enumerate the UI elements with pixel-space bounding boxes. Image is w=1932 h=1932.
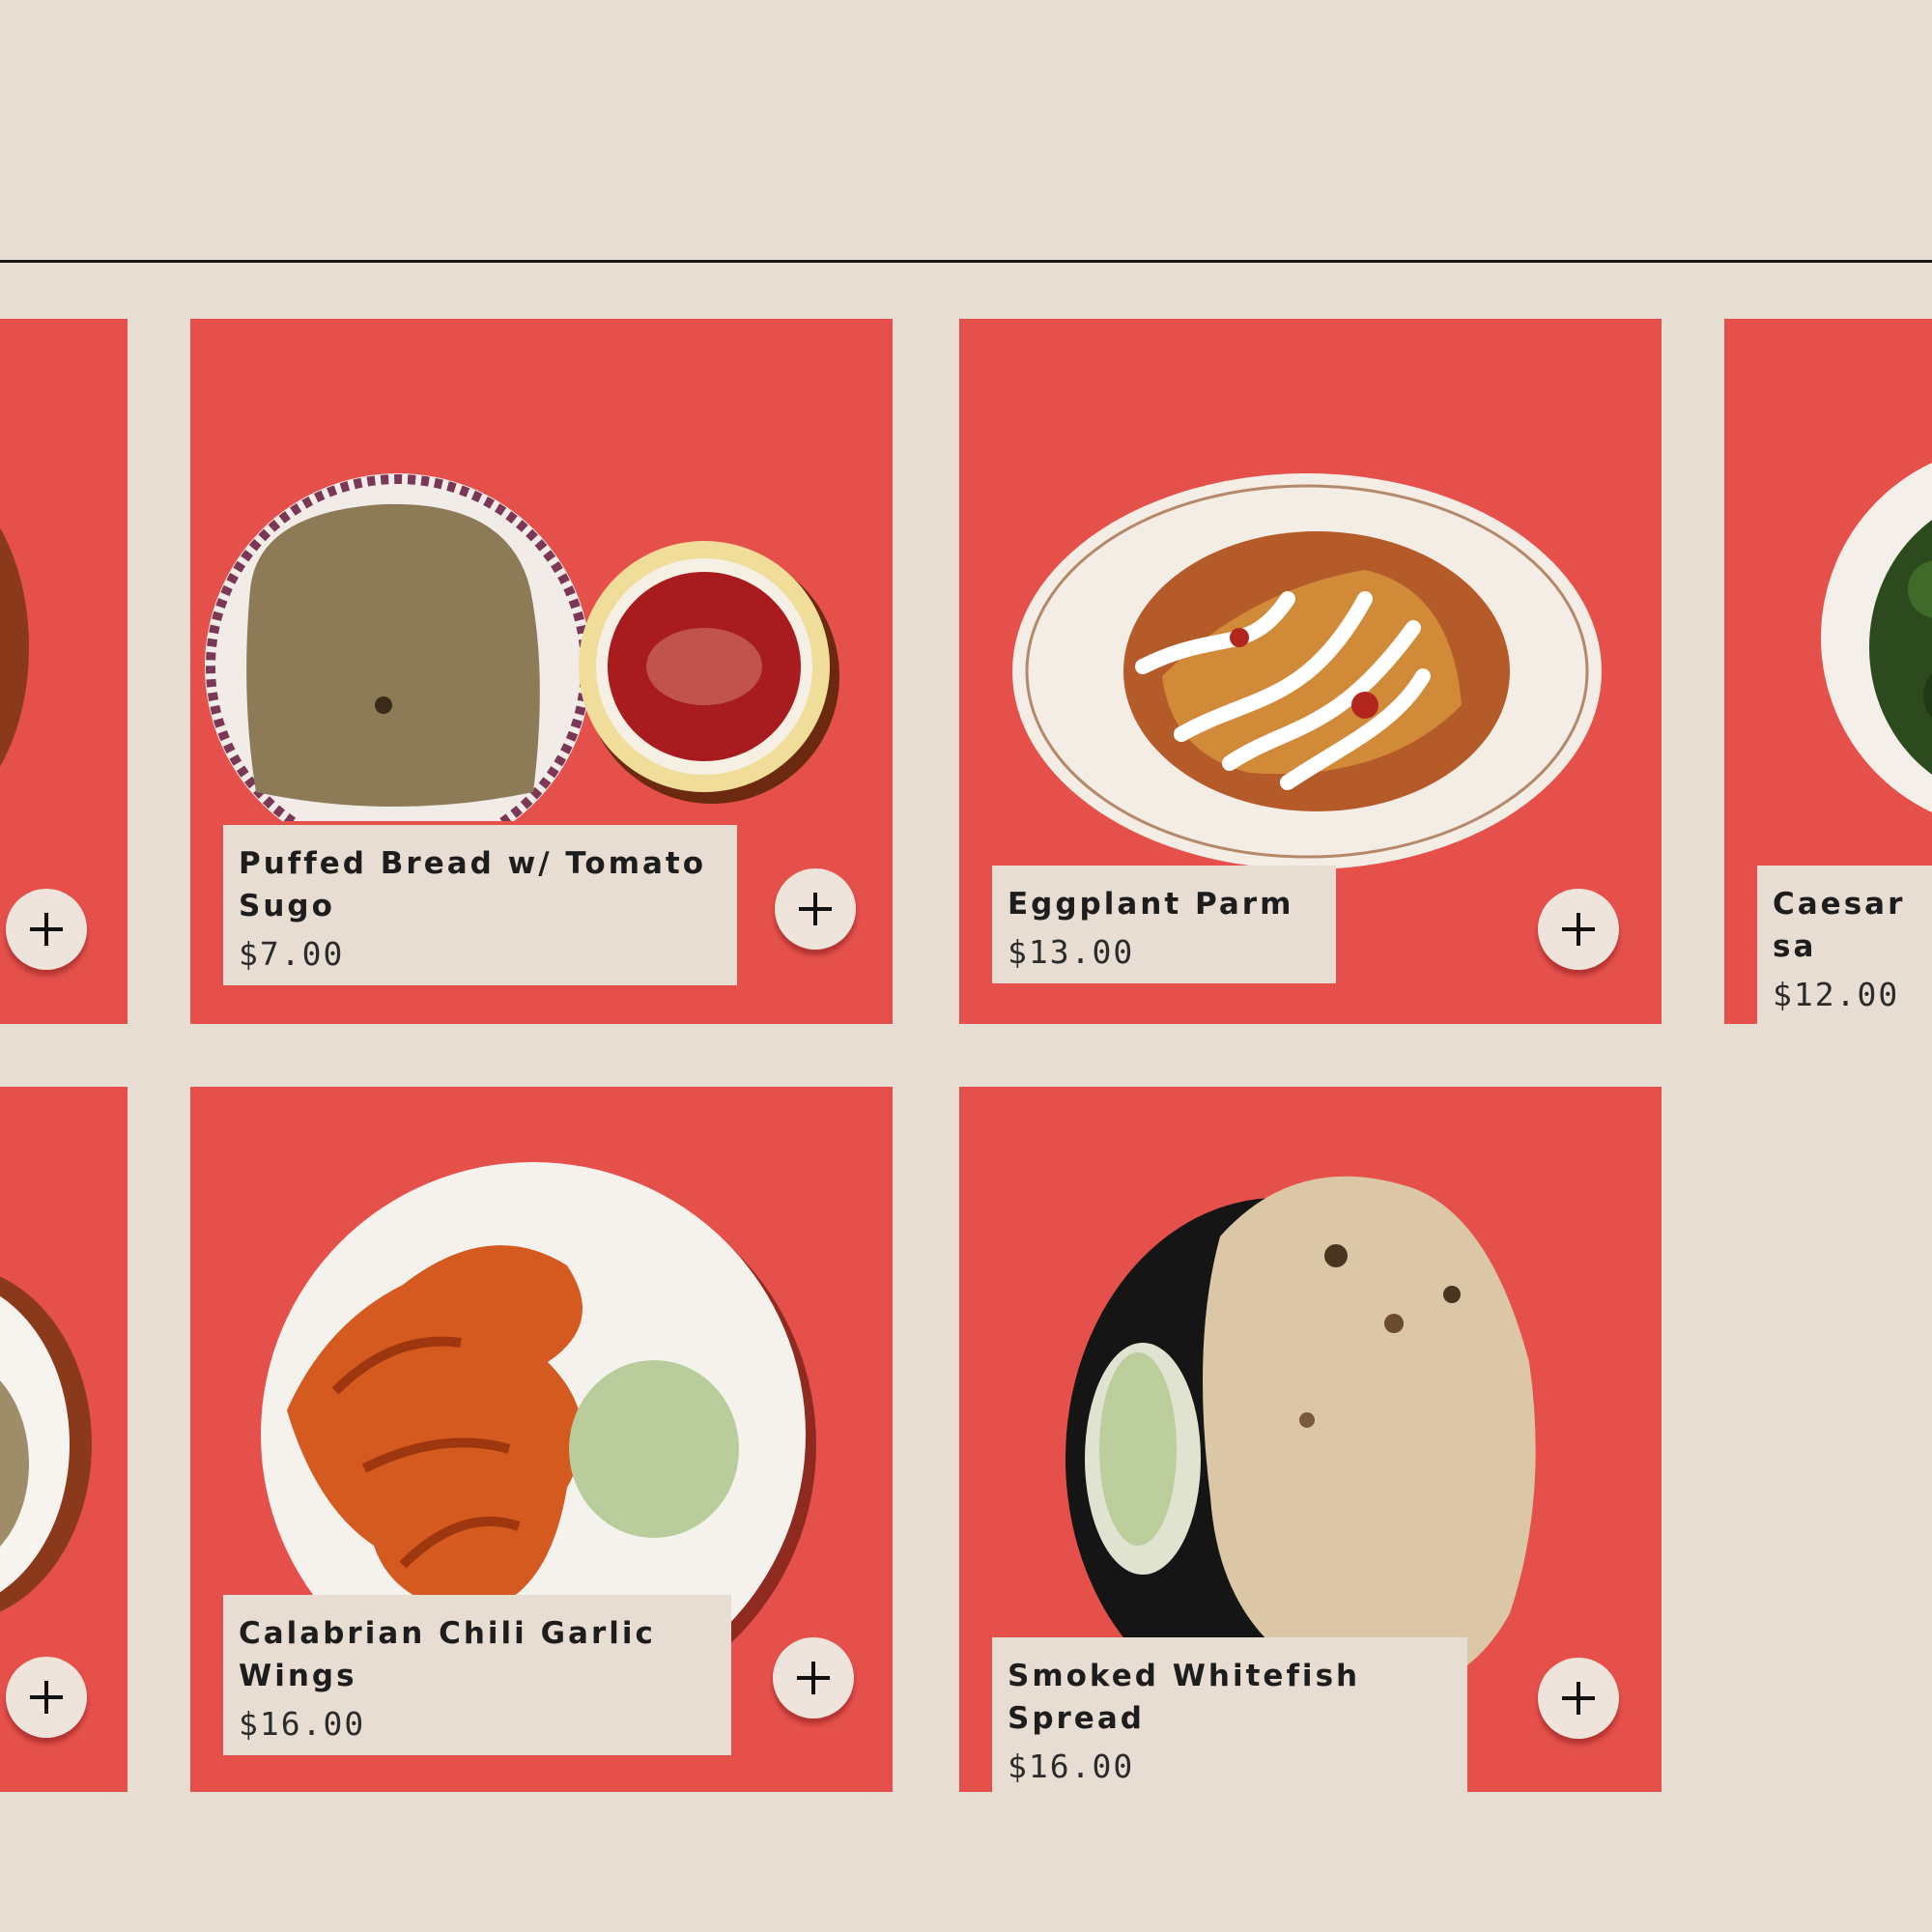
dish-price: $7.00 bbox=[239, 935, 345, 973]
menu-item-card[interactable]: Eggplant Parm $13.00 bbox=[959, 319, 1662, 1024]
dish-photo bbox=[1821, 463, 1932, 812]
add-to-cart-button[interactable] bbox=[773, 1637, 854, 1719]
dish-price: $16.00 bbox=[239, 1705, 366, 1743]
menu-page: Puffed Bread w/ Tomato Sugo $7.00 Eggpla… bbox=[0, 0, 1932, 1932]
dish-photo bbox=[1012, 473, 1602, 869]
section-divider bbox=[0, 260, 1932, 263]
menu-item-card[interactable] bbox=[0, 1087, 128, 1792]
menu-item-card[interactable] bbox=[0, 319, 128, 1024]
dish-caption: Puffed Bread w/ Tomato Sugo $7.00 bbox=[223, 825, 737, 985]
add-to-cart-button[interactable] bbox=[1538, 889, 1619, 970]
dish-price: $12.00 bbox=[1773, 976, 1900, 1013]
dish-price: $16.00 bbox=[1008, 1747, 1135, 1785]
add-to-cart-button[interactable] bbox=[1538, 1658, 1619, 1739]
dish-caption: Caesar sa $12.00 bbox=[1757, 866, 1932, 1024]
dish-title: Smoked Whitefish Spread bbox=[1008, 1659, 1361, 1736]
add-to-cart-button[interactable] bbox=[6, 889, 87, 970]
dish-title: Eggplant Parm bbox=[1008, 887, 1294, 922]
menu-item-card[interactable]: Caesar sa $12.00 bbox=[1724, 319, 1932, 1024]
add-to-cart-button[interactable] bbox=[775, 868, 856, 950]
dish-photo bbox=[0, 1276, 92, 1612]
dish-caption: Smoked Whitefish Spread $16.00 bbox=[992, 1637, 1467, 1792]
dish-caption: Calabrian Chili Garlic Wings $16.00 bbox=[223, 1595, 731, 1755]
menu-item-card[interactable]: Puffed Bread w/ Tomato Sugo $7.00 bbox=[190, 319, 893, 1024]
dish-title: Puffed Bread w/ Tomato Sugo bbox=[239, 846, 707, 923]
menu-item-card[interactable]: Smoked Whitefish Spread $16.00 bbox=[959, 1087, 1662, 1792]
menu-item-card[interactable]: Calabrian Chili Garlic Wings $16.00 bbox=[190, 1087, 893, 1792]
dish-photo bbox=[205, 473, 839, 821]
dish-photo bbox=[0, 527, 29, 767]
add-to-cart-button[interactable] bbox=[6, 1657, 87, 1738]
dish-title: Caesar sa bbox=[1773, 887, 1906, 964]
dish-price: $13.00 bbox=[1008, 933, 1135, 971]
dish-title: Calabrian Chili Garlic Wings bbox=[239, 1616, 656, 1693]
dish-caption: Eggplant Parm $13.00 bbox=[992, 866, 1336, 983]
